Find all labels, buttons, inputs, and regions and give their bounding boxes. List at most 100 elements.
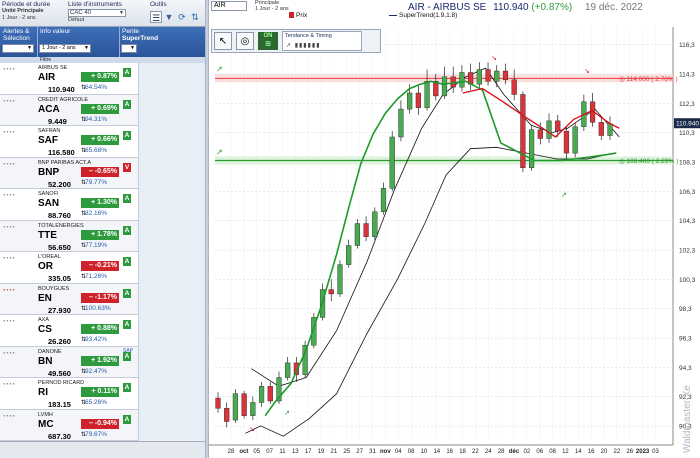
indicator-toggle-button[interactable]: ON ≋ [258,32,278,50]
y-tick-label: 96,3 [679,335,692,342]
instrument-select[interactable]: CAC 40 [68,9,126,17]
instrument-price: 110.940 [48,85,75,94]
candle-body [459,72,465,88]
candle-icon [289,12,294,19]
slope-label: Pente [122,28,139,35]
filter-icon[interactable]: ▼ [163,11,175,23]
instrument-row[interactable]: ◔◔◔◔ LVMH MC 687.30– -0.94% ⇅ 79.67% A [0,409,205,441]
secondary-percent: 64.54% [85,84,108,91]
y-tick-label: 110,3 [679,130,695,137]
signal-badge: A [123,414,131,424]
instrument-name: PERNOD RICARD [38,380,85,386]
instrument-price: 183.15 [48,400,71,409]
price-chart[interactable]: 116,3 114,3 112,3 110,3 108,3 106,3 104,3 102,3… [209,27,700,458]
instrument-row[interactable]: ◔◔◔◔ TOTALENERGIES TTE 56.650 + 1.78% ⇅ 77.19%… [0,220,205,252]
alert-dots-icon[interactable]: ◔◔◔◔ [2,414,15,420]
alert-dots-icon[interactable]: ◔◔◔◔ [2,382,15,388]
instrument-row[interactable]: ◔◔◔◔ DANONE BN 49.560 + 1.92% ⇅ 92.47% SAP A [0,346,205,378]
chart-title-name: AIR - AIRBUS SE [408,2,487,13]
slope-column-header[interactable]: Pente SuperTrend [122,28,158,42]
change-badge: – -0.21% [81,261,119,271]
alert-dots-icon[interactable]: ◔◔◔◔ [2,319,15,325]
alerts-column-header[interactable]: Alertes & Sélection [3,28,37,42]
cursor-tool-icon[interactable]: ↖ [214,32,232,50]
trend-timing-panel[interactable]: Tendance & Timing ↗ ▮▮▮▮▮▮ [282,31,362,51]
info-period-select[interactable]: 1 Jour - 2 ans [39,44,91,53]
instrument-ticker: RI [38,387,48,398]
instrument-row[interactable]: ◔◔◔◔ CREDIT AGRICOLE ACA 9.449 + 0.69% ⇅ 94.31… [0,94,205,126]
supertrend-cell [138,157,205,189]
alert-dots-icon[interactable]: ◔◔◔◔ [2,351,15,357]
instrument-ticker: SAF [38,135,58,146]
instrument-price: 116.580 [48,148,75,157]
change-badge: + 0.11% [81,387,119,397]
candle-body [372,211,378,237]
alert-dots-icon[interactable]: ◔◔◔◔ [2,193,15,199]
list-icon[interactable]: ☰ [150,11,162,23]
instrument-ticker: BNP [38,166,60,178]
alerts-select[interactable] [2,44,34,53]
instrument-row[interactable]: ◔◔◔◔ SANOFI SAN 88.760 + 1.30% ⇅ 82.16% A [0,189,205,221]
candle-body [494,70,500,82]
x-tick-label: 03 [652,449,659,455]
supertrend-cell [138,252,205,284]
compass-tool-icon[interactable]: ◎ [236,32,254,50]
instrument-price: 27.930 [48,305,71,315]
instrument-row[interactable]: ◔◔◔◔ SAFRAN SAF 116.580 + 0.66% ⇅ 65.68% A [0,126,205,158]
candle-body [476,69,482,85]
instrument-row[interactable]: ◔◔◔◔ L'OREAL OR 335.05– -0.21% ⇅ 71.26% A [0,252,205,284]
sell-signal-icon: ↘ [584,68,590,75]
instrument-row[interactable]: ◔◔◔◔ BNP PARIBAS ACT.A BNP 52.200– -0.65% ⇅ 7… [0,157,205,189]
supertrend-label: SuperTrend [122,35,159,42]
candle-body [389,136,395,189]
candle-body [267,386,273,402]
instrument-row[interactable]: ◔◔◔◔ AIRBUS SE AIR 110.940 + 0.87% ⇅ 64.54% A [0,63,205,95]
instrument-row[interactable]: ◔◔◔◔ AXA CS 26.260 + 0.88% ⇅ 93.42% A [0,315,205,347]
sort-icon[interactable]: ⇅ [189,11,201,23]
x-tick-label: 04 [395,449,402,455]
x-tick-label: 22 [614,449,621,455]
x-tick-label: 25 [343,449,350,455]
x-tick-label: 17 [305,449,312,455]
alert-dots-icon[interactable]: ◔◔◔◔ [2,99,15,105]
alert-dots-icon[interactable]: ◔◔◔◔ [2,67,15,73]
instrument-section[interactable]: Liste d'instruments CAC 40 Défaut [68,1,146,24]
change-badge: + 0.88% [81,324,119,334]
x-tick-label: 11 [279,449,286,455]
buy-signal-icon: ↗ [561,192,567,199]
refresh-icon[interactable]: ⟳ [176,11,188,23]
change-badge: – -0.94% [81,418,119,429]
instrument-ticker: BN [38,355,53,367]
legend-supertrend-label: SuperTrend(1.9,1.8) [399,12,458,19]
candle-body [232,393,239,421]
secondary-percent: 65.26% [85,399,108,406]
alert-dots-icon[interactable]: ◔◔◔◔ [2,130,15,136]
candle-body [215,397,221,409]
candle-body [529,129,535,168]
period-label: Période et durée [2,1,51,8]
chart-period[interactable]: Principale 1 Jour - 2 ans [255,0,289,12]
chart-svg[interactable]: 116,3 114,3 112,3 110,3 108,3 106,3 104,3 102,3… [209,27,700,458]
info-column-header[interactable]: Info valeur [40,28,70,35]
alert-dots-icon[interactable]: ◔◔◔◔ [2,256,15,262]
x-tick-label: 08 [549,449,556,455]
candle-body [224,408,230,422]
alert-dots-icon[interactable]: ◔◔◔◔ [2,288,15,294]
candle-body [337,264,343,295]
instrument-row[interactable]: ◔◔◔◔ BOUYGUES EN 27.930– -1.17% ⇅ 100.63% A [0,283,205,315]
candle-body [398,108,404,138]
line-icon [389,14,397,16]
chart-title: AIR - AIRBUS SE 110.940 (+0.87%) 19 déc.… [408,2,643,13]
slope-select[interactable] [121,44,137,53]
change-badge: + 1.30% [81,198,119,208]
x-tick-label: 28 [498,449,505,455]
alert-dots-icon[interactable]: ◔◔◔◔ [2,162,15,168]
instrument-row[interactable]: ◔◔◔◔ PERNOD RICARD RI 183.15 + 0.11% ⇅ 65.26% A [0,378,205,410]
symbol-input[interactable]: AIR [211,1,247,11]
alert-dots-icon[interactable]: ◔◔◔◔ [2,225,15,231]
change-badge: + 0.66% [81,135,119,145]
secondary-percent: 93.42% [85,336,108,343]
candle-body [250,402,256,416]
signal-badge: V [123,162,131,172]
period-section[interactable]: Période et durée Unité Principale 1 Jour… [2,1,64,22]
